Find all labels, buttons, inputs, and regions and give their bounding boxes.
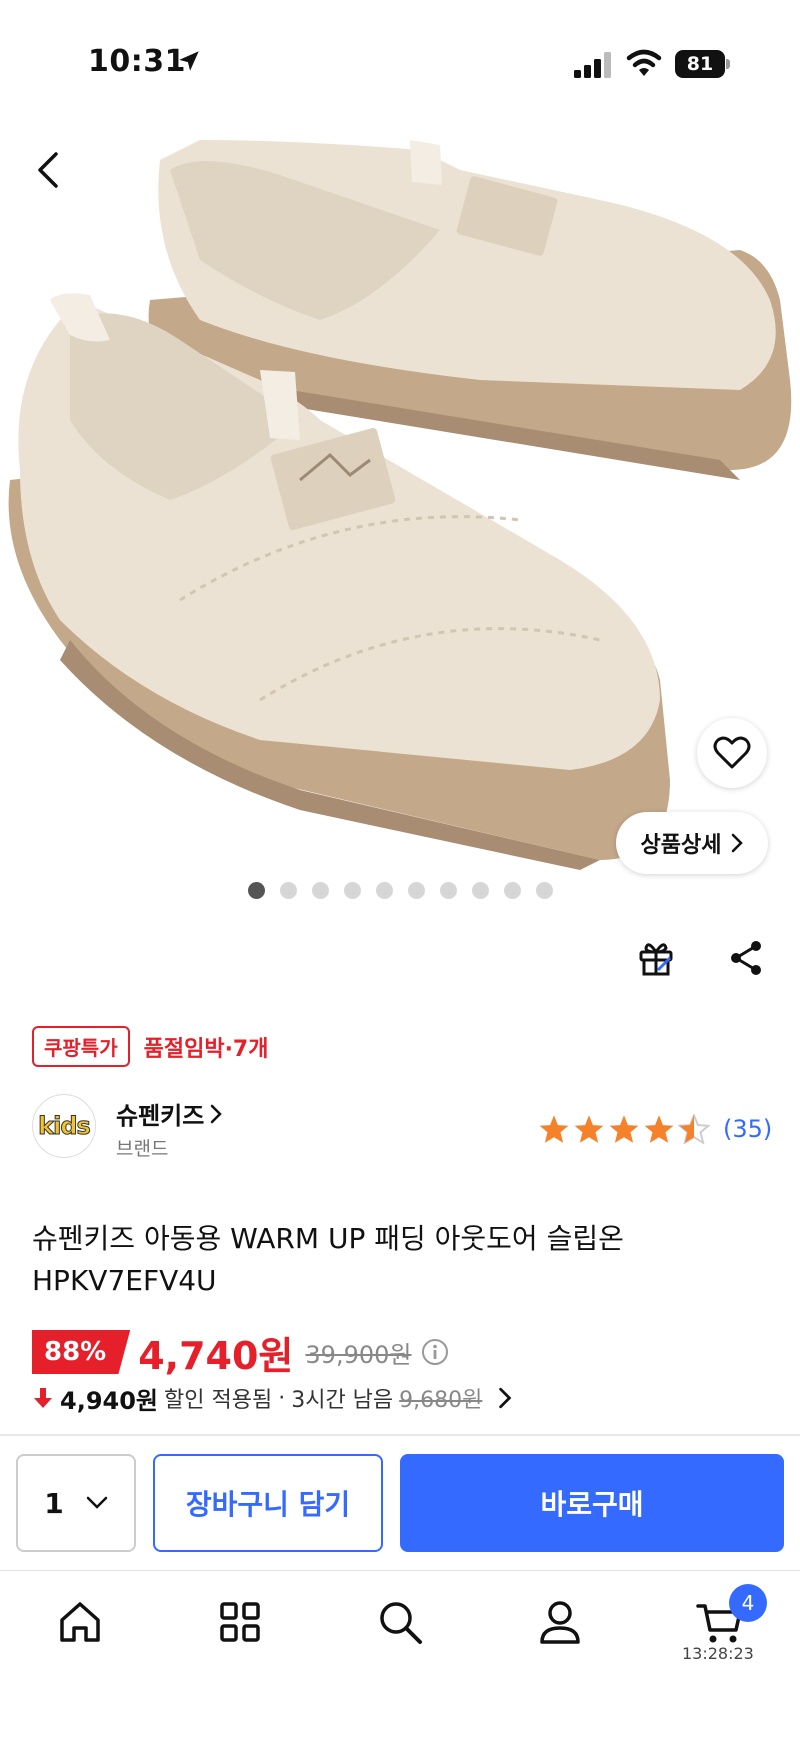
coupang-deal-badge: 쿠팡특가 <box>32 1026 130 1067</box>
coupon-original-price: 9,680원 <box>399 1388 483 1413</box>
back-chevron-icon[interactable] <box>28 148 68 192</box>
pagination-dot[interactable] <box>344 882 361 899</box>
image-pagination <box>248 882 553 899</box>
star-icon <box>539 1115 569 1143</box>
star-icon <box>609 1115 639 1143</box>
price-row: 88% 4,740원 39,900원 <box>32 1330 449 1378</box>
account-icon[interactable] <box>536 1598 584 1646</box>
coupon-price: 4,940원 <box>60 1386 158 1415</box>
brand-logo[interactable]: kids <box>32 1094 96 1158</box>
chevron-right-icon <box>732 833 744 853</box>
pagination-dot[interactable] <box>440 882 457 899</box>
rating[interactable]: (35) <box>538 1114 772 1144</box>
status-bar: 10:31 81 <box>0 0 800 130</box>
search-icon[interactable] <box>376 1598 424 1646</box>
gift-icon[interactable] <box>636 938 676 978</box>
battery-level: 81 <box>675 50 725 78</box>
pagination-dot[interactable] <box>536 882 553 899</box>
brand-caption: 브랜드 <box>116 1138 169 1160</box>
battery-cap <box>726 59 730 69</box>
pagination-dot[interactable] <box>376 882 393 899</box>
brand-logo-text: kids <box>38 1112 92 1141</box>
pagination-dot[interactable] <box>504 882 521 899</box>
heart-icon <box>713 736 751 769</box>
review-count: (35) <box>723 1115 773 1143</box>
pagination-dot[interactable] <box>312 882 329 899</box>
timestamp: 13:28:23 <box>682 1644 754 1663</box>
quantity-select[interactable]: 1 <box>16 1454 136 1552</box>
pagination-dot[interactable] <box>280 882 297 899</box>
sale-price: 4,740원 <box>138 1333 294 1378</box>
location-arrow-icon <box>179 51 199 71</box>
brand-link[interactable]: 슈펜키즈 <box>116 1096 223 1131</box>
share-icon[interactable] <box>726 938 766 978</box>
pagination-dot[interactable] <box>408 882 425 899</box>
cellular-signal-icon <box>574 52 611 78</box>
category-icon[interactable] <box>216 1598 264 1646</box>
original-price: 39,900원 <box>305 1340 412 1369</box>
quantity-value: 1 <box>44 1486 64 1520</box>
chevron-right-icon <box>499 1387 512 1409</box>
discount-badge: 88% <box>32 1330 131 1374</box>
time-remaining: 3시간 남음 <box>291 1388 394 1413</box>
add-to-cart-button[interactable]: 장바구니 담기 <box>153 1454 383 1552</box>
home-icon[interactable] <box>56 1598 104 1646</box>
divider <box>0 1434 800 1436</box>
divider <box>0 1570 800 1571</box>
chevron-right-icon <box>211 1104 223 1123</box>
wifi-icon <box>626 49 662 76</box>
deal-badges: 쿠팡특가 품절임박·7개 <box>32 1026 268 1067</box>
shoes-illustration <box>0 0 800 870</box>
chevron-down-icon <box>86 1496 107 1509</box>
buy-now-button[interactable]: 바로구매 <box>400 1454 784 1552</box>
coupon-row[interactable]: 4,940원 할인 적용됨 · 3시간 남음 9,680원 <box>32 1382 512 1415</box>
product-title: 슈펜키즈 아동용 WARM UP 패딩 아웃도어 슬립온 HPKV7EFV4U <box>32 1222 624 1297</box>
product-image[interactable] <box>0 0 800 870</box>
low-stock-label: 품절임박·7개 <box>143 1036 269 1062</box>
product-detail-label: 상품상세 <box>640 833 722 858</box>
down-arrow-icon <box>34 1388 52 1408</box>
star-icon <box>574 1115 604 1143</box>
star-icon <box>644 1115 674 1143</box>
info-icon[interactable] <box>421 1338 449 1366</box>
pagination-dot[interactable] <box>472 882 489 899</box>
battery-indicator: 81 <box>675 50 731 78</box>
coupon-applied-text: 할인 적용됨 <box>164 1388 273 1413</box>
product-detail-button[interactable]: 상품상세 <box>616 812 768 874</box>
pagination-dot[interactable] <box>248 882 265 899</box>
cart-count-badge: 4 <box>729 1584 767 1622</box>
wishlist-button[interactable] <box>697 718 767 788</box>
brand-name: 슈펜키즈 <box>116 1102 205 1130</box>
separator: · <box>278 1385 286 1411</box>
half-star-icon <box>678 1114 710 1144</box>
status-time: 10:31 <box>88 44 186 79</box>
